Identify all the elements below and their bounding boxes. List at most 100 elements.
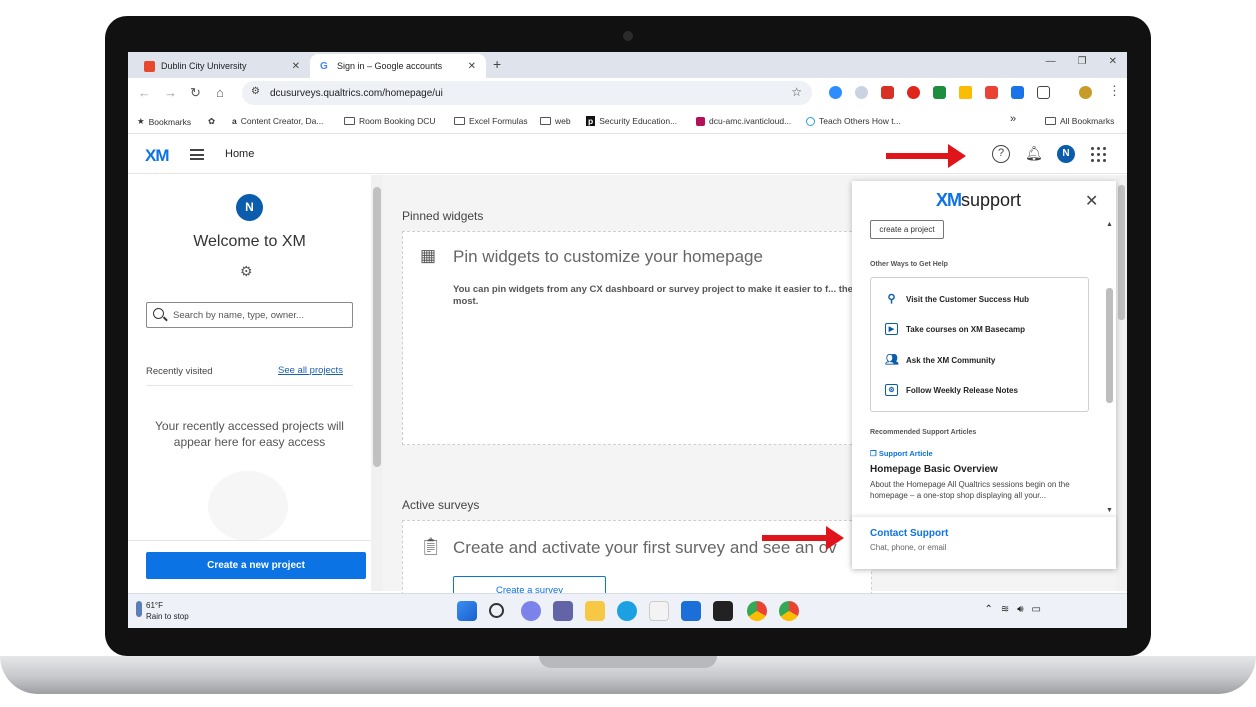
- scrollbar-thumb[interactable]: [1106, 288, 1113, 403]
- bookmark-item[interactable]: dcu-amc.ivanticloud...: [696, 116, 791, 126]
- bookmark-item[interactable]: Excel Formulas: [454, 116, 528, 126]
- create-project-button[interactable]: create a project: [870, 220, 944, 239]
- help-icon[interactable]: ?: [992, 145, 1010, 163]
- wifi-icon[interactable]: ≋: [1001, 604, 1009, 615]
- back-icon[interactable]: ←: [138, 85, 151, 100]
- tab-title: Sign in – Google accounts: [337, 61, 443, 71]
- bookmark-item[interactable]: Room Booking DCU: [344, 116, 436, 126]
- minimize-icon[interactable]: —: [1046, 56, 1056, 67]
- bookmark-item[interactable]: ★ Bookmarks: [137, 116, 191, 127]
- close-tab-icon[interactable]: ✕: [468, 61, 476, 72]
- drive-extension-icon[interactable]: [959, 86, 972, 99]
- forward-icon[interactable]: →: [164, 85, 177, 100]
- search-icon[interactable]: [489, 603, 504, 618]
- help-item-community[interactable]: 👥︎ Ask the XM Community: [885, 354, 995, 366]
- zoom-extension-icon[interactable]: [829, 86, 842, 99]
- article-title-link[interactable]: Homepage Basic Overview: [870, 464, 998, 475]
- teams-icon[interactable]: [553, 601, 573, 621]
- store-icon[interactable]: [681, 601, 701, 621]
- bookmark-item[interactable]: a Content Creator, Da...: [232, 116, 323, 126]
- bookmark-label: Bookmarks: [148, 116, 192, 127]
- reload-icon[interactable]: ↻: [190, 85, 201, 101]
- scrollbar-thumb[interactable]: [1118, 185, 1125, 320]
- settings-icon[interactable]: ✿: [208, 116, 215, 127]
- other-ways-list: ⚲ Visit the Customer Success Hub ▶ Take co…: [870, 277, 1089, 412]
- help-item-label: Follow Weekly Release Notes: [906, 385, 1018, 395]
- extension-icon[interactable]: [1011, 86, 1024, 99]
- weather-widget[interactable]: 61°F Rain to stop: [146, 600, 189, 622]
- address-bar[interactable]: ⚙ dcusurveys.qualtrics.com/homepage/ui ☆: [242, 81, 812, 105]
- help-item-basecamp[interactable]: ▶ Take courses on XM Basecamp: [885, 323, 1025, 335]
- bookmark-label: Content Creator, Da...: [240, 116, 324, 126]
- excel-extension-icon[interactable]: [933, 86, 946, 99]
- bookmark-star-icon[interactable]: ☆: [791, 85, 802, 99]
- pinned-widgets-title: Pin widgets to customize your homepage: [453, 247, 763, 266]
- see-all-projects-link[interactable]: See all projects: [278, 365, 343, 376]
- app-s-icon[interactable]: [713, 601, 733, 621]
- restore-icon[interactable]: ❐: [1078, 56, 1087, 67]
- profile-avatar-icon[interactable]: [1079, 86, 1092, 99]
- bookmark-label: Security Education...: [599, 116, 678, 126]
- snipping-tool-icon[interactable]: [649, 601, 669, 621]
- scroll-up-icon[interactable]: ▲: [1106, 221, 1113, 228]
- extensions-puzzle-icon[interactable]: [1037, 86, 1050, 99]
- windows-start-icon[interactable]: [457, 601, 477, 621]
- extension-icon[interactable]: [855, 86, 868, 99]
- file-explorer-icon[interactable]: [585, 601, 605, 621]
- page-scrollbar[interactable]: [1116, 175, 1127, 591]
- bookmark-label: dcu-amc.ivanticloud...: [709, 116, 792, 126]
- bookmarks-overflow-icon[interactable]: »: [1010, 113, 1016, 125]
- gear-icon[interactable]: ⚙: [240, 263, 253, 280]
- tab-dublin-city-university[interactable]: Dublin City University ✕: [134, 54, 310, 78]
- battery-icon[interactable]: ▭: [1032, 604, 1041, 615]
- avatar: N: [236, 194, 263, 221]
- close-tab-icon[interactable]: ✕: [292, 61, 300, 72]
- search-input[interactable]: Search by name, type, owner...: [146, 302, 353, 328]
- help-item-success-hub[interactable]: ⚲ Visit the Customer Success Hub: [885, 293, 1029, 305]
- close-icon[interactable]: ✕: [1085, 191, 1098, 211]
- help-item-release-notes[interactable]: ⚙ Follow Weekly Release Notes: [885, 384, 1018, 396]
- site-info-icon[interactable]: ⚙: [251, 86, 260, 97]
- pdf-extension-icon[interactable]: [881, 86, 894, 99]
- people-icon: 👥︎: [885, 354, 899, 366]
- tab-google-sign-in[interactable]: G Sign in – Google accounts ✕: [310, 54, 486, 78]
- bookmark-label: web: [555, 116, 571, 126]
- scrollbar-thumb[interactable]: [373, 187, 381, 467]
- chrome-profile-icon[interactable]: [779, 601, 799, 621]
- bookmark-item[interactable]: web: [540, 116, 571, 126]
- chrome-icon[interactable]: [747, 601, 767, 621]
- bookmark-item[interactable]: All Bookmarks: [1045, 116, 1114, 126]
- left-scrollbar[interactable]: [371, 175, 383, 591]
- page-title: Home: [225, 148, 255, 160]
- folder-icon: [454, 117, 465, 125]
- extension-icon[interactable]: [985, 86, 998, 99]
- extension-icon[interactable]: [907, 86, 920, 99]
- user-avatar[interactable]: N: [1057, 145, 1075, 163]
- support-scrollbar[interactable]: ▲ ▼: [1105, 221, 1114, 514]
- document-icon: ❐: [870, 449, 879, 458]
- notifications-bell-icon[interactable]: 🔔︎: [1025, 145, 1043, 163]
- recommended-articles-heading: Recommended Support Articles: [870, 429, 977, 436]
- teams-chat-icon[interactable]: [521, 601, 541, 621]
- hamburger-menu-icon[interactable]: [190, 149, 204, 160]
- widgets-grid-icon: ▦: [420, 246, 437, 265]
- xm-logo[interactable]: XM: [145, 146, 169, 166]
- bookmark-item[interactable]: Teach Others How t...: [806, 116, 901, 126]
- divider: [146, 385, 353, 386]
- browser-menu-icon[interactable]: ⋮: [1108, 83, 1121, 99]
- active-surveys-heading: Active surveys: [402, 498, 480, 512]
- create-new-project-button[interactable]: Create a new project: [146, 552, 366, 579]
- edge-icon[interactable]: [617, 601, 637, 621]
- dcu-favicon-icon: [144, 60, 155, 72]
- home-icon[interactable]: ⌂: [216, 85, 224, 100]
- chevron-up-icon[interactable]: ⌃: [984, 604, 992, 615]
- contact-support-button[interactable]: Contact Support Chat, phone, or email: [852, 517, 1116, 569]
- bookmark-item[interactable]: p Security Education...: [586, 116, 677, 126]
- scroll-down-icon[interactable]: ▼: [1106, 507, 1113, 514]
- apps-grid-icon[interactable]: [1089, 145, 1107, 163]
- new-tab-icon[interactable]: +: [493, 56, 501, 72]
- help-item-label: Visit the Customer Success Hub: [906, 294, 1029, 304]
- volume-icon[interactable]: 🔊︎: [1017, 604, 1023, 615]
- weather-text: Rain to stop: [146, 612, 189, 621]
- close-window-icon[interactable]: ✕: [1109, 56, 1117, 67]
